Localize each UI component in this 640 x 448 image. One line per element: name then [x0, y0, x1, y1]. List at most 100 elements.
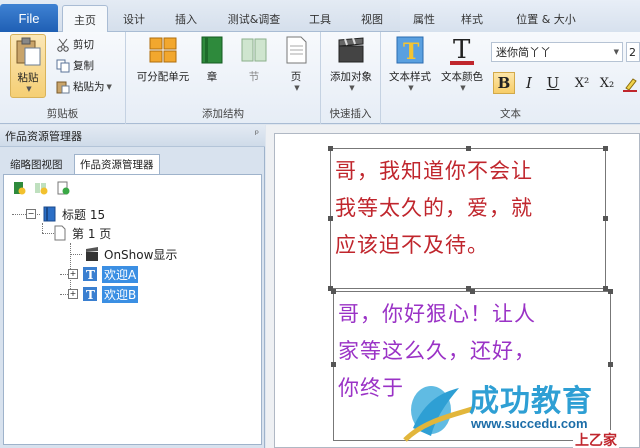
text-box-a[interactable]: 哥，我知道你不会让 我等太久的，爱，就 应该迫不及待。: [328, 146, 608, 291]
splittable-unit-label: 可分配单元: [136, 71, 190, 83]
text-style-dropdown-arrow: ▼: [408, 84, 414, 92]
add-page-icon[interactable]: [56, 181, 70, 195]
tree-node-item-a[interactable]: + T 欢迎A: [68, 265, 139, 283]
tab-home[interactable]: 主页: [62, 5, 108, 33]
superscript-button[interactable]: X²: [571, 72, 593, 94]
resize-handle[interactable]: [470, 289, 475, 294]
resize-handle[interactable]: [328, 146, 333, 151]
paste-as-dropdown-arrow: ▼: [106, 82, 112, 91]
tree-node-page-label: 第 1 页: [72, 226, 112, 241]
text-color-label: 文本颜色: [441, 71, 483, 83]
resize-handle[interactable]: [331, 362, 336, 367]
text-line: 应该迫不及待。: [335, 233, 489, 257]
page-label: 页: [290, 71, 302, 83]
cut-button[interactable]: 剪切: [56, 37, 94, 52]
add-chapter-icon[interactable]: [12, 181, 26, 195]
text-style-button[interactable]: T 文本样式 ▼: [385, 34, 435, 92]
paste-button[interactable]: 粘贴 ▼: [10, 34, 46, 98]
tree-node-page[interactable]: 第 1 页: [52, 224, 111, 242]
italic-button[interactable]: I: [519, 72, 539, 94]
collapse-toggle[interactable]: −: [26, 209, 36, 219]
resize-handle[interactable]: [603, 146, 608, 151]
explorer-tree-panel: − 标题 15 第 1 页 OnShow显示 + T 欢迎A + T 欢迎B: [3, 174, 262, 445]
tab-tools[interactable]: 工具: [298, 5, 342, 32]
text-box-a-content: 哥，我知道你不会让 我等太久的，爱，就 应该迫不及待。: [331, 149, 605, 264]
add-object-label: 添加对象: [330, 71, 372, 83]
tree-node-title-label: 标题 15: [62, 207, 106, 222]
add-structure-group: 可分配单元 章 节 页 ▼ 添加结构: [126, 32, 321, 124]
font-size-select[interactable]: 2: [626, 42, 640, 62]
resize-handle[interactable]: [328, 216, 333, 221]
explorer-pane-title-text: 作品资源管理器: [5, 129, 82, 143]
page-button[interactable]: 页 ▼: [280, 34, 312, 92]
copy-icon: [56, 59, 70, 72]
chapter-book-icon: [201, 36, 223, 64]
resize-handle[interactable]: [608, 362, 613, 367]
watermark-corner-text: 上乙家: [573, 430, 619, 448]
tab-thumbnail-view[interactable]: 缩略图视图: [5, 154, 68, 174]
text-color-button[interactable]: T 文本颜色 ▼: [437, 34, 487, 92]
pin-icon[interactable]: ᵖ: [255, 129, 259, 140]
tab-styles[interactable]: 样式: [450, 5, 494, 32]
add-section-icon[interactable]: [34, 181, 48, 195]
quick-insert-group: 添加对象 ▼ 快速插入: [321, 32, 381, 124]
tree-node-title[interactable]: − 标题 15: [26, 205, 105, 223]
tree-node-item-b[interactable]: + T 欢迎B: [68, 285, 139, 303]
highlight-icon[interactable]: [623, 76, 637, 92]
expand-toggle[interactable]: +: [68, 289, 78, 299]
file-tab[interactable]: File: [0, 4, 58, 32]
text-object-icon: T: [83, 287, 97, 302]
title-book-icon: [43, 206, 56, 222]
copy-label: 复制: [73, 60, 94, 72]
text-color-icon: T: [450, 35, 474, 65]
tree-node-item-a-label: 欢迎A: [102, 265, 139, 283]
text-color-dropdown-arrow: ▼: [460, 84, 466, 92]
tab-design[interactable]: 设计: [112, 5, 156, 32]
text-line: 家等这么久，还好，: [338, 339, 536, 363]
bold-button[interactable]: B: [493, 72, 515, 94]
section-button[interactable]: 节: [238, 34, 270, 84]
text-style-icon: T: [396, 36, 424, 65]
paste-as-icon: [56, 81, 70, 93]
tree-connector: [60, 294, 68, 295]
clapperboard-icon: [338, 37, 364, 63]
quick-insert-group-label: 快速插入: [329, 108, 372, 120]
tab-explorer[interactable]: 作品资源管理器: [74, 154, 160, 174]
paste-as-button[interactable]: 粘贴为 ▼: [56, 79, 112, 94]
page-dropdown-arrow: ▼: [294, 84, 300, 92]
page-icon: [286, 36, 307, 64]
cut-label: 剪切: [73, 39, 94, 51]
chapter-label: 章: [206, 71, 218, 83]
svg-text:T: T: [453, 35, 471, 65]
tree-node-onshow-label: OnShow显示: [104, 247, 178, 262]
splittable-unit-icon: [149, 37, 177, 63]
tree-connector: [70, 254, 82, 255]
resize-handle[interactable]: [603, 216, 608, 221]
font-name-select[interactable]: 迷你简丫丫 ▼: [491, 42, 623, 62]
underline-button[interactable]: U: [543, 72, 563, 94]
chapter-button[interactable]: 章: [196, 34, 228, 84]
tab-insert[interactable]: 插入: [164, 5, 208, 32]
watermark-brand: 成功教育: [469, 384, 593, 419]
tab-view[interactable]: 视图: [350, 5, 394, 32]
tree-connector: [42, 223, 43, 233]
ribbon: 粘贴 ▼ 剪切 复制 粘贴为 ▼ 剪贴板 可分配单元 章 节 页 ▼ 添加结构 …: [0, 32, 640, 124]
resize-handle[interactable]: [466, 146, 471, 151]
subscript-button[interactable]: X₂: [596, 72, 618, 94]
text-group: T 文本样式 ▼ T 文本颜色 ▼ 迷你简丫丫 ▼ 2 B I U X² X₂ …: [381, 32, 640, 124]
splittable-unit-button[interactable]: 可分配单元: [132, 34, 194, 84]
explorer-pane-title: 作品资源管理器 ᵖ: [0, 125, 265, 147]
copy-button[interactable]: 复制: [56, 58, 94, 73]
tab-test-survey[interactable]: 测试&调查: [218, 5, 290, 32]
tree-node-onshow[interactable]: OnShow显示: [84, 245, 177, 263]
text-group-label: 文本: [500, 108, 521, 120]
resize-handle[interactable]: [331, 289, 336, 294]
tab-position-size[interactable]: 位置 & 大小: [508, 5, 584, 32]
expand-toggle[interactable]: +: [68, 269, 78, 279]
tab-properties[interactable]: 属性: [402, 5, 446, 32]
resize-handle[interactable]: [608, 289, 613, 294]
add-object-button[interactable]: 添加对象 ▼: [327, 34, 375, 92]
text-line: 哥，我知道你不会让: [335, 159, 533, 183]
font-name-dropdown-arrow: ▼: [613, 48, 619, 56]
text-line: 我等太久的，爱，就: [335, 196, 533, 220]
